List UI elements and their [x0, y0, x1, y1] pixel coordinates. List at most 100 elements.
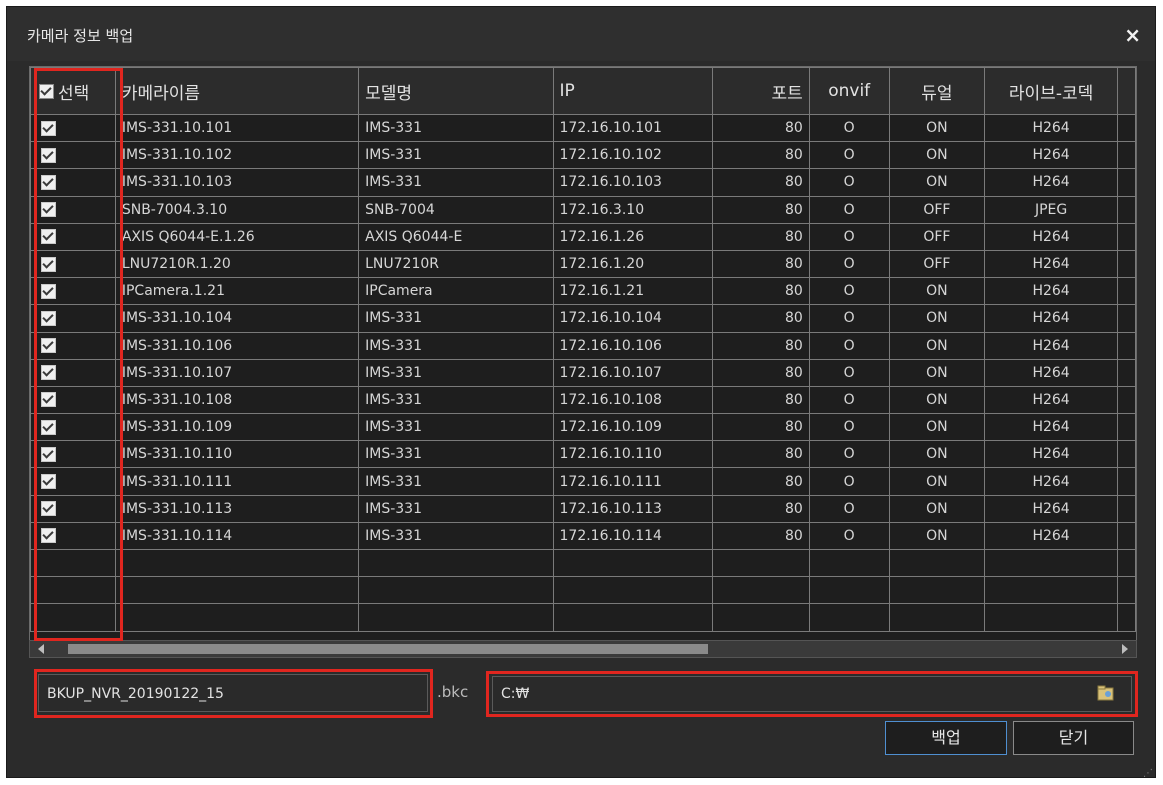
cell-model: LNU7210R [358, 249, 554, 279]
cell-dual: ON [888, 113, 986, 143]
row-checkbox-icon[interactable] [41, 528, 56, 544]
row-select-cell[interactable] [30, 249, 116, 279]
table-row[interactable]: IMS-331.10.102 IMS-331 172.16.10.102 80 O ON H… [30, 141, 1136, 170]
table-row[interactable]: SNB-7004.3.10 SNB-7004 172.16.3.10 80 O OFF JP… [30, 195, 1136, 224]
row-checkbox-icon[interactable] [41, 310, 56, 326]
cell-codec: H264 [984, 494, 1118, 523]
camera-table: 선택 카메라이름 모델명 IP 포트 onvif 듀얼 라이브-코덱 IMS-3… [30, 67, 1136, 632]
table-row[interactable]: IMS-331.10.107 IMS-331 172.16.10.107 80 O ON H… [30, 358, 1136, 387]
row-select-cell[interactable] [30, 277, 116, 306]
backup-button[interactable]: 백업 [885, 721, 1007, 755]
close-button[interactable]: 닫기 [1013, 721, 1134, 755]
cell-filler [1116, 304, 1136, 333]
cell-name: SNB-7004.3.10 [114, 195, 360, 224]
table-row[interactable]: IMS-331.10.111 IMS-331 172.16.10.111 80 O ON H… [30, 467, 1136, 496]
column-header-dual[interactable]: 듀얼 [888, 67, 986, 115]
row-checkbox-icon[interactable] [41, 474, 56, 490]
row-select-cell[interactable] [30, 195, 116, 224]
cell-filler [1116, 385, 1136, 415]
row-select-cell[interactable] [30, 440, 116, 469]
row-checkbox-icon[interactable] [41, 147, 56, 163]
row-select-cell[interactable] [30, 413, 116, 442]
row-select-cell[interactable] [30, 168, 116, 197]
row-select-cell[interactable] [30, 331, 116, 360]
cell-name: IMS-331.10.108 [114, 385, 360, 415]
scroll-left-icon[interactable] [38, 644, 44, 654]
row-select-cell[interactable] [30, 467, 116, 496]
table-row[interactable]: AXIS Q6044-E.1.26 AXIS Q6044-E 172.16.1.26… [30, 222, 1136, 251]
row-select-cell[interactable] [30, 521, 116, 551]
row-checkbox-icon[interactable] [41, 392, 56, 408]
folder-browse-icon[interactable] [1097, 684, 1115, 702]
row-select-cell[interactable] [30, 113, 116, 143]
row-checkbox-icon[interactable] [41, 256, 56, 272]
cell-port: 80 [712, 385, 810, 415]
row-checkbox-icon[interactable] [41, 229, 56, 245]
cell-model: SNB-7004 [358, 195, 554, 224]
table-row[interactable]: IMS-331.10.113 IMS-331 172.16.10.113 80 O ON H… [30, 494, 1136, 523]
cell-filler [1116, 358, 1136, 387]
cell-codec: H264 [984, 358, 1118, 387]
table-row[interactable]: IMS-331.10.114 IMS-331 172.16.10.114 80 O ON H… [30, 521, 1136, 551]
cell-ip: 172.16.10.114 [552, 521, 714, 551]
table-row[interactable]: IMS-331.10.106 IMS-331 172.16.10.106 80 O ON H… [30, 331, 1136, 360]
cell-port: 80 [712, 467, 810, 496]
empty-cell [712, 603, 810, 632]
table-row[interactable]: LNU7210R.1.20 LNU7210R 172.16.1.20 80 O OFF H2… [30, 249, 1136, 279]
column-header-onvif[interactable]: onvif [808, 67, 890, 115]
cell-onvif: O [808, 521, 890, 551]
cell-model: IMS-331 [358, 331, 554, 360]
table-row[interactable]: IMS-331.10.101 IMS-331 172.16.10.101 80 O ON H… [30, 113, 1136, 143]
table-row[interactable]: IMS-331.10.104 IMS-331 172.16.10.104 80 O ON H… [30, 304, 1136, 333]
scrollbar-thumb[interactable] [68, 644, 708, 654]
row-select-cell[interactable] [30, 141, 116, 170]
column-header-ip[interactable]: IP [552, 67, 714, 115]
empty-cell [358, 548, 554, 578]
backup-filename-input[interactable]: BKUP_NVR_20190122_15 [38, 674, 428, 712]
table-header-row: 선택 카메라이름 모델명 IP 포트 onvif 듀얼 라이브-코덱 [30, 67, 1136, 115]
row-checkbox-icon[interactable] [41, 174, 56, 190]
row-checkbox-icon[interactable] [41, 202, 56, 218]
cell-port: 80 [712, 440, 810, 469]
cell-onvif: O [808, 141, 890, 170]
row-checkbox-icon[interactable] [41, 419, 56, 435]
cell-codec: H264 [984, 249, 1118, 279]
cell-port: 80 [712, 304, 810, 333]
cell-onvif: O [808, 413, 890, 442]
empty-cell [30, 576, 116, 605]
cell-codec: H264 [984, 141, 1118, 170]
horizontal-scrollbar[interactable] [29, 640, 1137, 658]
close-icon[interactable]: × [1124, 25, 1141, 45]
table-row[interactable]: IMS-331.10.110 IMS-331 172.16.10.110 80 O ON H… [30, 440, 1136, 469]
cell-dual: ON [888, 331, 986, 360]
column-header-port[interactable]: 포트 [712, 67, 810, 115]
column-header-select[interactable]: 선택 [30, 67, 116, 115]
backup-path-input[interactable]: C:₩ [492, 676, 1132, 712]
row-checkbox-icon[interactable] [41, 283, 56, 299]
cell-filler [1116, 249, 1136, 279]
cell-ip: 172.16.10.104 [552, 304, 714, 333]
select-all-checkbox-icon[interactable] [39, 83, 54, 99]
cell-name: IMS-331.10.106 [114, 331, 360, 360]
row-select-cell[interactable] [30, 494, 116, 523]
row-select-cell[interactable] [30, 304, 116, 333]
row-select-cell[interactable] [30, 222, 116, 251]
scroll-right-icon[interactable] [1122, 644, 1128, 654]
column-header-camera-name[interactable]: 카메라이름 [114, 67, 360, 115]
row-select-cell[interactable] [30, 385, 116, 415]
column-header-live-codec[interactable]: 라이브-코덱 [984, 67, 1118, 115]
column-header-model[interactable]: 모델명 [358, 67, 554, 115]
cell-codec: H264 [984, 521, 1118, 551]
row-checkbox-icon[interactable] [41, 365, 56, 381]
row-checkbox-icon[interactable] [41, 446, 56, 462]
cell-port: 80 [712, 494, 810, 523]
row-checkbox-icon[interactable] [41, 338, 56, 354]
table-row[interactable]: IPCamera.1.21 IPCamera 172.16.1.21 80 O ON H26… [30, 277, 1136, 306]
row-checkbox-icon[interactable] [41, 501, 56, 517]
table-row[interactable]: IMS-331.10.109 IMS-331 172.16.10.109 80 O ON H… [30, 413, 1136, 442]
row-checkbox-icon[interactable] [41, 120, 56, 136]
table-row[interactable]: IMS-331.10.103 IMS-331 172.16.10.103 80 O ON H… [30, 168, 1136, 197]
table-row[interactable]: IMS-331.10.108 IMS-331 172.16.10.108 80 O ON H… [30, 385, 1136, 415]
resize-grip-icon[interactable]: ⋰ [1143, 769, 1153, 779]
row-select-cell[interactable] [30, 358, 116, 387]
